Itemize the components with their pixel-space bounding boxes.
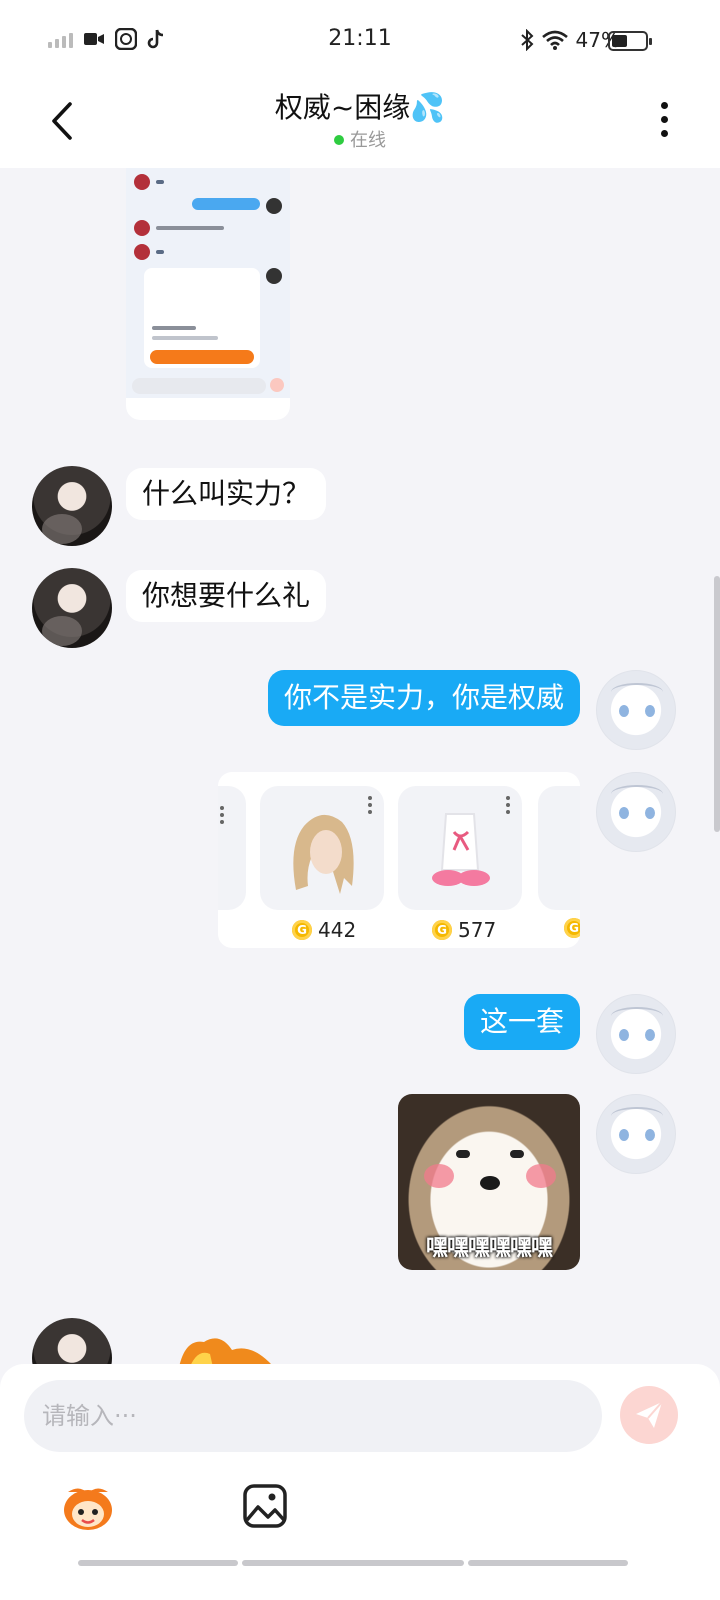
scroll-indicator — [714, 576, 720, 832]
wifi-icon — [541, 30, 568, 50]
gift-price-value: 442 — [318, 918, 357, 942]
gift-item-wig[interactable] — [260, 786, 384, 910]
dog-sticker-message[interactable]: 嘿嘿嘿嘿嘿嘿 — [398, 1094, 580, 1270]
online-dot-icon — [334, 135, 344, 145]
gift-price: G 442 — [292, 918, 356, 942]
status-icons-right: 47% — [520, 28, 620, 52]
wig-image — [293, 814, 354, 894]
my-avatar[interactable] — [596, 1094, 676, 1174]
nav-gesture-bar — [242, 1560, 464, 1566]
gift-price-partial: G — [564, 918, 580, 938]
online-status-label: 在线 — [350, 130, 386, 151]
sticker-nose — [480, 1176, 500, 1190]
sticker-eye — [510, 1150, 524, 1158]
more-menu-icon[interactable] — [656, 102, 672, 142]
outgoing-message[interactable]: 这一套 — [463, 994, 580, 1050]
online-status: 在线 — [0, 126, 720, 152]
message-input[interactable]: 请输入··· — [24, 1380, 602, 1452]
coin-icon: G — [292, 920, 312, 940]
emoji-sticker-icon[interactable] — [60, 1482, 116, 1532]
incoming-message[interactable]: 什么叫实力？ — [126, 468, 327, 520]
gift-item-partial[interactable] — [538, 786, 580, 910]
sticker-eye — [456, 1150, 470, 1158]
gift-list-card[interactable]: G 442 G 577 G — [218, 772, 580, 948]
chat-messages[interactable]: 什么叫实力？ 你想要什么礼 你不是实力，你是权威 G 442 G 577 G 这… — [0, 168, 720, 1392]
my-avatar[interactable] — [596, 994, 676, 1074]
coin-icon: G — [564, 918, 580, 938]
gift-menu-icon[interactable] — [220, 806, 226, 827]
gift-menu-icon[interactable] — [368, 796, 374, 817]
incoming-message[interactable]: 你想要什么礼 — [126, 570, 327, 622]
outgoing-message[interactable]: 你不是实力，你是权威 — [267, 670, 580, 726]
image-picker-icon[interactable] — [238, 1482, 294, 1532]
gift-item-outfit[interactable] — [398, 786, 522, 910]
outfit-image — [432, 813, 490, 886]
send-button[interactable] — [620, 1386, 678, 1444]
my-avatar[interactable] — [596, 670, 676, 750]
status-bar: 21:11 47% — [0, 0, 720, 80]
nav-gesture-bar — [468, 1560, 628, 1566]
sticker-caption: 嘿嘿嘿嘿嘿嘿 — [425, 1236, 553, 1261]
gift-price-value: 577 — [458, 918, 497, 942]
gift-price: G 577 — [432, 918, 496, 942]
gift-menu-icon[interactable] — [506, 796, 512, 817]
coin-icon: G — [432, 920, 452, 940]
contact-avatar[interactable] — [32, 466, 112, 546]
sticker-blush — [424, 1164, 454, 1188]
contact-name: 权威~困缘💦 — [274, 91, 446, 124]
sticker-blush — [526, 1164, 556, 1188]
bluetooth-icon — [520, 29, 533, 51]
screenshot-image-message[interactable] — [126, 168, 290, 420]
chat-header: 权威~困缘💦 在线 — [0, 80, 720, 168]
gift-item-partial[interactable] — [218, 786, 246, 910]
send-icon — [636, 1401, 663, 1428]
battery-icon — [608, 31, 652, 51]
contact-avatar[interactable] — [32, 568, 112, 648]
my-avatar[interactable] — [596, 772, 676, 852]
nav-gesture-bar — [78, 1560, 238, 1566]
